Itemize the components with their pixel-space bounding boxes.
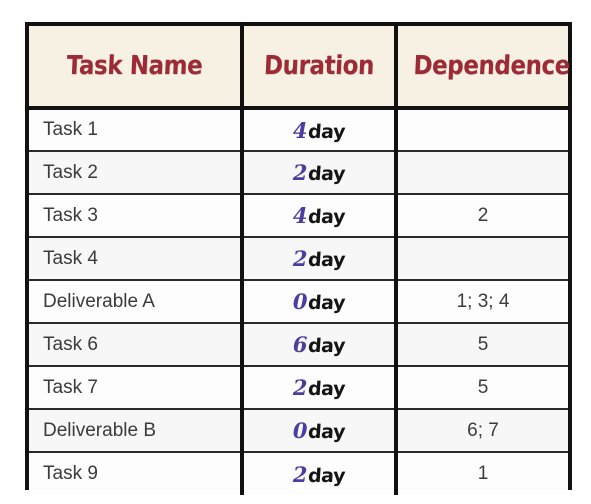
- duration-unit: day: [307, 464, 346, 487]
- cell-dependence: 1; 3; 4: [394, 279, 568, 323]
- table-header: Task Name Duration Dependence: [29, 26, 571, 110]
- table-row: Task 2 2day: [29, 150, 568, 194]
- table-row: Task 3 4day 2: [29, 193, 568, 237]
- table-row: Task 9 2day 1: [29, 451, 568, 495]
- duration-unit: day: [307, 163, 346, 185]
- cell-dependence: 1: [394, 451, 568, 495]
- task-schedule-table-container: Task Name Duration Dependence Task 1 4da…: [25, 22, 572, 495]
- table-body: Task 1 4day Task 2 2day Task 3 4day 2 Ta…: [29, 108, 568, 495]
- table-row: Deliverable A 0day 1; 3; 4: [29, 279, 568, 323]
- duration-value: 0: [292, 418, 308, 443]
- cell-dependence: 2: [394, 193, 568, 237]
- column-header-duration-label: Duration: [263, 51, 375, 81]
- duration-unit: day: [307, 421, 346, 443]
- cell-task-name: Deliverable A: [29, 279, 242, 323]
- table-row: Deliverable B 0day 6; 7: [29, 408, 568, 452]
- duration-unit: day: [307, 206, 346, 228]
- cell-duration: 4day: [240, 108, 396, 151]
- column-header-task-name: Task Name: [29, 26, 242, 110]
- cell-duration: 2day: [240, 236, 396, 280]
- cell-task-name: Task 2: [29, 150, 242, 194]
- duration-unit: day: [307, 335, 346, 357]
- duration-unit: day: [307, 120, 346, 143]
- duration-unit: day: [307, 292, 346, 314]
- cell-duration: 0day: [240, 408, 396, 452]
- cell-duration: 6day: [240, 322, 396, 366]
- duration-value: 4: [292, 203, 308, 228]
- duration-value: 2: [292, 160, 308, 185]
- column-header-dependence: Dependence: [394, 26, 571, 110]
- duration-unit: day: [307, 249, 346, 271]
- cell-duration: 0day: [240, 279, 396, 323]
- duration-value: 2: [292, 461, 308, 487]
- table-row: Task 7 2day 5: [29, 365, 568, 409]
- duration-value: 2: [292, 246, 308, 271]
- cell-dependence: [394, 150, 568, 194]
- cell-task-name: Task 1: [29, 108, 242, 151]
- cell-dependence: 6; 7: [394, 408, 568, 452]
- cell-task-name: Task 9: [29, 451, 242, 495]
- duration-value: 0: [292, 289, 308, 314]
- cell-dependence: 5: [394, 322, 568, 366]
- duration-value: 2: [292, 375, 308, 400]
- column-header-task-name-label: Task Name: [65, 51, 204, 81]
- column-header-duration: Duration: [240, 26, 396, 110]
- cell-task-name: Task 6: [29, 322, 242, 366]
- cell-task-name: Task 4: [29, 236, 242, 280]
- task-schedule-table: Task Name Duration Dependence Task 1 4da…: [29, 26, 571, 495]
- duration-unit: day: [307, 378, 346, 400]
- cell-duration: 2day: [240, 150, 396, 194]
- table-row: Task 1 4day: [29, 108, 568, 151]
- table-row: Task 4 2day: [29, 236, 568, 280]
- cell-duration: 2day: [240, 451, 396, 495]
- column-header-dependence-label: Dependence: [412, 51, 571, 81]
- duration-value: 4: [292, 117, 308, 143]
- cell-task-name: Task 7: [29, 365, 242, 409]
- duration-value: 6: [292, 332, 308, 357]
- table-header-row: Task Name Duration Dependence: [29, 26, 571, 110]
- cell-duration: 4day: [240, 193, 396, 237]
- cell-dependence: 5: [394, 365, 568, 409]
- cell-dependence: [394, 108, 568, 151]
- cell-dependence: [394, 236, 568, 280]
- cell-task-name: Deliverable B: [29, 408, 242, 452]
- cell-task-name: Task 3: [29, 193, 242, 237]
- table-row: Task 6 6day 5: [29, 322, 568, 366]
- cell-duration: 2day: [240, 365, 396, 409]
